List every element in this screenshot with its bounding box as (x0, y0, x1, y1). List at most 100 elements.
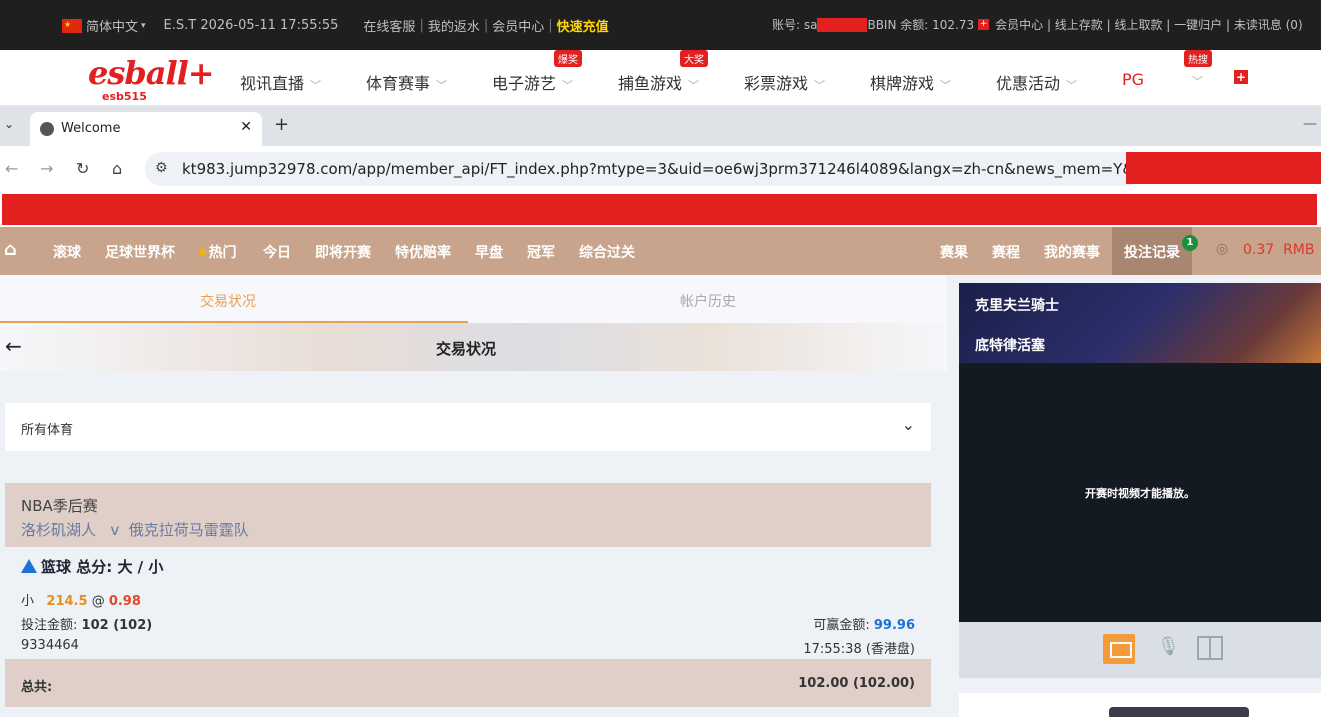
chevron-down-icon: ﹀ (1066, 79, 1078, 92)
video-message: 开赛时视频才能播放。 (1085, 487, 1195, 500)
forward-arrow-icon[interactable]: → (40, 159, 53, 178)
nav-fishing[interactable]: 捕鱼游戏 ﹀ 大奖 (618, 50, 708, 94)
nav-hot[interactable]: ★热门 (196, 242, 237, 262)
nav-live-casino[interactable]: 视讯直播 ﹀ (240, 70, 321, 94)
swiss-flag-icon[interactable]: + (1234, 70, 1248, 84)
reload-icon[interactable]: ↻ (76, 159, 89, 178)
home-icon[interactable]: ⌂ (4, 239, 17, 260)
tab-list-icon[interactable]: ⌄ (4, 117, 14, 131)
sports-nav: ⌂ 滚球 足球世界杯 ★热门 今日 即将开赛 特优赔率 早盘 冠军 综合过关 赛… (0, 227, 1321, 275)
site-settings-icon[interactable]: ⚙ (155, 160, 168, 176)
team-2: 底特律活塞 (975, 338, 1045, 354)
url-field[interactable]: ⚙ kt983.jump32978.com/app/member_api/FT_… (145, 152, 1230, 186)
hot-search-badge: 热搜 (1184, 50, 1212, 67)
hot-badge: 爆奖 (554, 50, 582, 67)
live-video-panel: 克里夫兰骑士 底特律活塞 开赛时视频才能播放。 🎙 (947, 275, 1321, 717)
video-player[interactable]: 开赛时视频才能播放。 (959, 363, 1321, 622)
china-flag-icon (62, 18, 82, 33)
nav-promotions[interactable]: 优惠活动 ﹀ (996, 70, 1077, 94)
nav-best-odds[interactable]: 特优赔率 (395, 242, 451, 262)
nav-bet-records[interactable]: 投注记录 (1124, 242, 1180, 262)
quick-recharge-link[interactable]: 快速充值 (557, 16, 609, 35)
chevron-down-icon: ⌄ (901, 415, 915, 434)
nav-schedule[interactable]: 赛程 (992, 242, 1020, 262)
redacted-block (817, 17, 868, 32)
microphone-icon[interactable]: 🎙 (1157, 636, 1180, 657)
link-member-center[interactable]: 会员中心 (492, 16, 544, 35)
page-title: 交易状况 (436, 340, 497, 358)
selection-line: 小 214.5 @ 0.98 (21, 594, 141, 609)
page-header: ← 交易状况 (0, 323, 947, 371)
nav-pg[interactable]: PG (1122, 70, 1144, 89)
team-1: 克里夫兰骑士 (975, 298, 1059, 314)
bet-card: 篮球 总分: 大 / 小 小 214.5 @ 0.98 投注金额: 102 (1… (5, 547, 931, 659)
event-header: NBA季后赛 洛杉矶湖人 v 俄克拉荷马雷霆队 (5, 483, 931, 547)
account-label: 账号: sa (772, 18, 818, 32)
nav-hot-search[interactable]: ﹀ 热搜 (1184, 50, 1212, 89)
chevron-down-icon: ﹀ (814, 79, 826, 92)
language-selector[interactable]: 简体中文 (86, 16, 138, 35)
sport-filter-select[interactable]: 所有体育 ⌄ (5, 403, 931, 451)
star-icon: ★ (196, 245, 209, 261)
potential-win: 可赢金额: 99.96 (813, 618, 915, 633)
nav-sports[interactable]: 体育赛事 ﹀ (366, 70, 447, 94)
nav-results[interactable]: 赛果 (940, 242, 968, 262)
nav-slots[interactable]: 电子游艺 ﹀ 爆奖 (492, 50, 582, 94)
video-controls: 🎙 (959, 622, 1321, 678)
link-my-rebate[interactable]: 我的返水 (428, 16, 480, 35)
browser-tab-bar: ⌄ Welcome ✕ + — (0, 106, 1321, 146)
bet-count-badge: 1 (1182, 235, 1198, 251)
chevron-down-icon: ﹀ (940, 79, 952, 92)
nav-starting-soon[interactable]: 即将开赛 (315, 242, 371, 262)
chevron-down-icon: ﹀ (562, 79, 574, 92)
warning-icon (21, 559, 37, 573)
nav-inplay[interactable]: 滚球 (53, 242, 81, 262)
clock-text: E.S.T 2026-05-11 17:55:55 (163, 18, 339, 33)
sub-tabs: 交易状况 帐户历史 (0, 275, 947, 323)
link-customer-service[interactable]: 在线客服 (363, 16, 415, 35)
globe-icon (40, 122, 54, 136)
matchup: 洛杉矶湖人 v 俄克拉荷马雷霆队 (21, 521, 249, 539)
sports-balance: 0.37 RMB (1243, 242, 1315, 258)
jackpot-badge: 大奖 (680, 50, 708, 67)
home-icon[interactable]: ⌂ (112, 159, 122, 178)
chevron-down-icon: ﹀ (1192, 75, 1203, 88)
chevron-down-icon: ﹀ (688, 79, 700, 92)
address-bar: ← → ↻ ⌂ ⚙ kt983.jump32978.com/app/member… (0, 146, 1321, 192)
ticket-id: 9334464 (21, 638, 79, 653)
back-arrow-icon[interactable]: ← (5, 159, 18, 178)
tab-transaction-status[interactable]: 交易状况 (200, 291, 256, 311)
eye-hidden-icon[interactable]: ◎ (1216, 241, 1228, 257)
total-row: 总共: 102.00 (102.00) (5, 659, 931, 707)
nav-parlay[interactable]: 综合过关 (579, 242, 635, 262)
nav-my-events[interactable]: 我的赛事 (1044, 242, 1100, 262)
nav-card-games[interactable]: 棋牌游戏 ﹀ (870, 70, 951, 94)
nav-outright[interactable]: 冠军 (527, 242, 555, 262)
league-name: NBA季后赛 (21, 497, 98, 515)
minimize-icon[interactable]: — (1303, 116, 1317, 132)
nav-world-cup[interactable]: 足球世界杯 (105, 242, 175, 262)
stake: 投注金额: 102 (102) (21, 618, 153, 633)
promo-thumbnail[interactable] (959, 693, 1321, 717)
chevron-down-icon: ﹀ (310, 79, 322, 92)
browser-tab[interactable]: Welcome ✕ (30, 112, 262, 146)
refresh-icon[interactable]: + (978, 19, 990, 30)
redacted-block (2, 194, 1317, 225)
top-utility-bar: 简体中文 ▾ E.S.T 2026-05-11 17:55:55 在线客服 | … (0, 0, 1321, 50)
account-links[interactable]: 会员中心 | 线上存款 | 线上取款 | 一键归户 | 未读讯息 (0) (995, 16, 1303, 33)
close-icon[interactable]: ✕ (240, 119, 252, 135)
back-arrow-icon[interactable]: ← (5, 334, 22, 358)
tv-icon[interactable] (1103, 634, 1135, 664)
new-tab-icon[interactable]: + (274, 114, 289, 135)
tab-account-history[interactable]: 帐户历史 (680, 291, 736, 311)
redacted-block (1126, 152, 1321, 184)
chevron-down-icon: ﹀ (436, 79, 448, 92)
esball-logo[interactable]: esball+ esb515 (88, 54, 215, 103)
nav-early[interactable]: 早盘 (475, 242, 503, 262)
bet-time: 17:55:38 (香港盘) (803, 642, 915, 657)
nav-today[interactable]: 今日 (263, 242, 291, 262)
main-nav: esball+ esb515 视讯直播 ﹀ 体育赛事 ﹀ 电子游艺 ﹀ 爆奖 捕鱼游戏 ﹀… (0, 50, 1321, 106)
court-icon[interactable] (1197, 636, 1223, 660)
caret-down-icon: ▾ (141, 20, 146, 31)
nav-lottery[interactable]: 彩票游戏 ﹀ (744, 70, 825, 94)
